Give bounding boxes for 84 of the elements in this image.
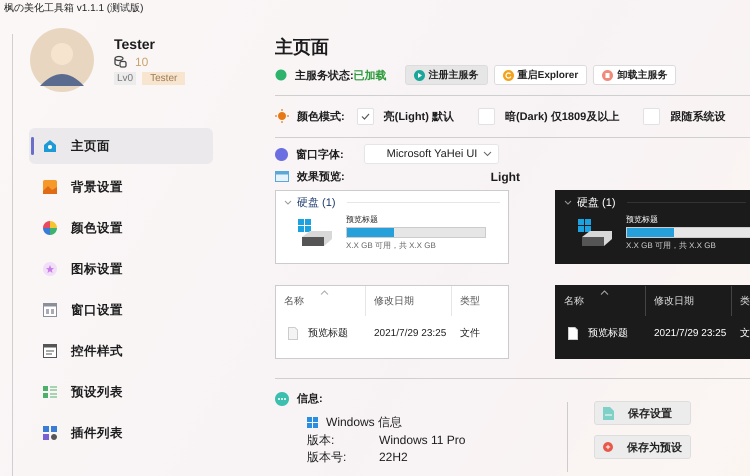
checkbox-label: 亮(Light) 默认: [384, 110, 454, 124]
info-label: 信息:: [297, 392, 323, 406]
info-value: Windows 11 Pro: [379, 433, 466, 448]
check-icon: [360, 112, 370, 120]
column-header[interactable]: 修改日期: [366, 286, 452, 316]
window-icon: [43, 303, 57, 317]
nav-item[interactable]: 窗口设置: [29, 292, 213, 328]
info-key: 版本:: [307, 433, 379, 448]
font-dropdown[interactable]: Microsoft YaHei UI: [364, 144, 500, 164]
role-badge: Tester: [142, 72, 186, 84]
document-icon: [603, 406, 614, 420]
table-cell-text: 预览标题: [308, 326, 348, 340]
checkbox[interactable]: [356, 108, 374, 124]
plus-circle-icon: [603, 440, 613, 454]
color-wheel-icon: [43, 221, 57, 235]
nav-item[interactable]: 控件样式: [29, 333, 213, 369]
trash-icon: [602, 70, 614, 80]
group-title: 硬盘 (1): [577, 196, 616, 210]
grid-icon: [43, 426, 57, 440]
nav-item[interactable]: 主页面: [29, 128, 213, 164]
form-icon: [43, 344, 57, 358]
table-cell-text: 文件: [459, 326, 481, 340]
sort-up-icon: [320, 290, 329, 295]
drive-info: X.X GB 可用，共 X.X GB: [346, 240, 437, 251]
avatar-image: [30, 28, 94, 92]
window-icon: [275, 171, 289, 182]
table-cell-text: 预览标题: [588, 326, 628, 340]
color-mode-label: 颜色模式:: [297, 110, 345, 124]
drive-icon: [578, 218, 614, 246]
drive-icon: [298, 218, 334, 246]
action-button[interactable]: 保存为预设: [594, 435, 691, 459]
service-button[interactable]: 卸载主服务: [593, 65, 676, 85]
table-cell-text: 2021/7/29 23:25: [653, 328, 728, 338]
page-title: 主页面: [275, 36, 330, 59]
service-label: 主服务状态:: [295, 68, 354, 82]
column-header[interactable]: 类: [732, 286, 750, 316]
level-badge: Lv0: [114, 72, 136, 84]
home-icon: [43, 139, 57, 153]
action-button[interactable]: 保存设置: [594, 401, 691, 425]
checkbox-label: 跟随系统设: [670, 110, 726, 124]
file-icon: [568, 326, 578, 340]
sort-up-icon: [600, 290, 609, 295]
star-icon: [43, 262, 57, 276]
coins-icon: [114, 55, 127, 68]
more-icon: [275, 392, 289, 406]
drive-title: 预览标题: [626, 214, 659, 225]
checkbox-label: 暗(Dark) 仅1809及以上: [504, 110, 620, 124]
picture-icon: [43, 180, 57, 194]
column-header[interactable]: 名称: [556, 286, 646, 316]
info-value: 22H2: [379, 450, 408, 465]
table-cell-text: 2021/7/29 23:25: [373, 328, 448, 338]
chevron-down-icon: [483, 151, 492, 157]
preview-mode: Light: [490, 170, 520, 184]
restart-icon: [502, 70, 514, 80]
column-header[interactable]: 类型: [452, 286, 508, 316]
column-header[interactable]: 名称: [276, 286, 366, 316]
file-icon: [288, 326, 298, 340]
nav-item[interactable]: 图标设置: [29, 251, 213, 287]
column-header[interactable]: 修改日期: [646, 286, 732, 316]
table-cell-text: 文: [739, 326, 750, 340]
windows-logo-icon: [307, 417, 318, 428]
nav-item[interactable]: 预设列表: [29, 374, 213, 410]
checkbox[interactable]: [643, 108, 660, 124]
service-button[interactable]: 重启Explorer: [494, 65, 588, 85]
list-icon: [43, 385, 57, 399]
window-title: 枫の美化工具箱 v1.1.1 (测试版): [4, 2, 144, 15]
drive-info: X.X GB 可用，共 X.X GB: [626, 240, 717, 251]
chevron-down-icon: [564, 200, 572, 205]
info-key: 版本号:: [307, 450, 379, 465]
service-status: 已加载: [354, 68, 387, 82]
nav-item[interactable]: 颜色设置: [29, 210, 213, 246]
drive-title: 预览标题: [346, 214, 379, 225]
section-title: Windows 信息: [326, 414, 402, 431]
play-icon: [414, 70, 425, 80]
sun-icon: [275, 109, 289, 123]
preview-label: 效果预览:: [297, 170, 345, 184]
nav-item[interactable]: 插件列表: [29, 415, 213, 451]
chevron-down-icon: [284, 200, 292, 205]
nav-item[interactable]: 背景设置: [29, 169, 213, 205]
coin-count: 10: [135, 54, 148, 68]
checkbox[interactable]: [478, 108, 495, 124]
font-label: 窗口字体:: [296, 148, 344, 162]
user-name: Tester: [114, 36, 156, 52]
group-title: 硬盘 (1): [297, 196, 336, 210]
